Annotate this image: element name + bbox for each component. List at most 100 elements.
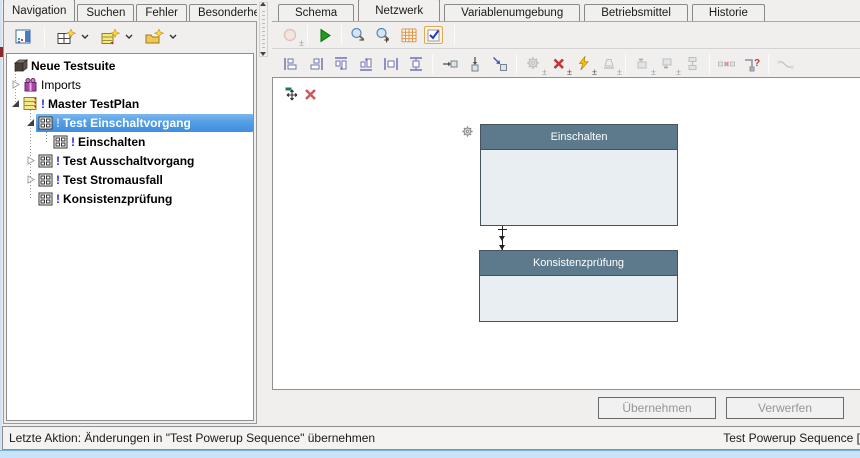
new-folder-icon[interactable] [143,26,165,48]
network-toolbar-main: − + [272,21,860,49]
align-bottom-icon[interactable] [356,55,375,73]
disconnect-icon[interactable] [717,55,736,73]
zoom-in-icon[interactable]: + [374,26,393,44]
window-bottom-edge [0,450,860,458]
new-testcase-icon[interactable] [55,26,77,48]
delete-selection-icon[interactable] [303,87,317,101]
splitter-handle[interactable] [259,2,268,57]
tree-item-label[interactable]: Konsistenzprüfung [63,192,172,206]
testcase-icon [37,153,53,168]
splitter-arrow-down-icon[interactable] [260,52,266,56]
svg-text:−: − [359,35,364,44]
tree-item[interactable]: ! Test Stromausfall [7,170,253,189]
toolbar-separator [432,54,433,74]
align-right-icon[interactable] [306,55,325,73]
new-testplan-icon[interactable] [99,26,121,48]
tab-netzwerk[interactable]: Netzwerk [358,0,440,21]
node-einschalten[interactable]: Einschalten [480,124,678,226]
toolbar-separator [516,54,517,74]
tree-item-label[interactable]: Master TestPlan [48,97,139,111]
tab-variablenumgebung[interactable]: Variablenumgebung [444,4,580,21]
splitter-arrow-up-icon[interactable] [260,2,266,6]
tree-item-label[interactable]: Test Ausschaltvorgang [63,154,194,168]
expand-collapsed-icon[interactable] [10,79,21,90]
testcase-icon [37,191,53,206]
imports-gift-icon [22,77,38,92]
tree-item[interactable]: ! Einschalten [7,132,253,151]
tab-navigation[interactable]: Navigation [3,0,75,21]
connection-query-icon[interactable]: ? [742,55,761,73]
insert-right-icon[interactable] [440,55,459,73]
tree-item-label[interactable]: Neue Testsuite [31,59,115,73]
status-current-testplan: Test Powerup Sequence [m [723,431,860,445]
toolbar-separator [307,25,308,45]
clear-plusminus-icon[interactable] [599,55,618,73]
toolbar-separator [341,25,342,45]
tab-betriebsmittel[interactable]: Betriebsmittel [584,4,688,21]
view-window-icon[interactable] [12,26,34,48]
tree-item[interactable]: ! Test Ausschaltvorgang [7,151,253,170]
svg-text:?: ? [754,58,760,69]
tree-item-label[interactable]: Test Einschaltvorgang [63,116,191,130]
toolbar-separator [709,54,710,74]
port-top-icon[interactable] [633,55,652,73]
tab-schema[interactable]: Schema [278,4,354,21]
exclaim-mark: ! [71,135,75,149]
run-icon[interactable] [315,26,334,44]
snap-check-icon[interactable] [424,26,443,44]
expand-expanded-icon[interactable] [10,98,21,109]
tree-item-label[interactable]: Imports [41,78,81,92]
insert-below-icon[interactable] [465,55,484,73]
lightning-plusminus-icon[interactable] [574,55,593,73]
delete-plusminus-icon[interactable] [549,55,568,73]
expand-expanded-icon[interactable] [25,117,36,128]
status-bar: Letzte Aktion: Änderungen in "Test Power… [2,426,860,450]
connection-line-icon[interactable] [776,55,795,73]
connection-start-bar [498,229,507,230]
remove-plusminus-icon[interactable] [281,26,300,44]
connection-arrowhead [499,236,505,241]
tree-item[interactable]: Imports [7,75,253,94]
port-bottom-icon[interactable] [658,55,677,73]
align-left-icon[interactable] [281,55,300,73]
toolbar-separator [454,25,455,45]
exclaim-mark: ! [56,154,60,168]
move-mode-icon[interactable] [285,87,299,101]
tree-item-label[interactable]: Einschalten [78,135,145,149]
tab-fehler[interactable]: Fehler [136,4,187,21]
tree-item[interactable]: ! Master TestPlan [7,94,253,113]
chevron-down-icon[interactable] [81,34,89,40]
chevron-down-icon[interactable] [169,34,177,40]
tab-besonderheiten[interactable]: Besonderheiten [189,4,257,21]
align-top-icon[interactable] [331,55,350,73]
zoom-out-icon[interactable]: − [349,26,368,44]
tab-historie[interactable]: Historie [692,4,765,21]
center-horizontal-icon[interactable] [381,55,400,73]
expand-collapsed-icon[interactable] [25,174,36,185]
window-left-edge [0,0,2,450]
tree-item[interactable]: Neue Testsuite [7,56,253,75]
insert-diagonal-icon[interactable] [490,55,509,73]
exclaim-mark: ! [56,173,60,187]
network-canvas[interactable]: Einschalten Konsistenzprüfung [272,77,860,390]
exclaim-mark: ! [41,97,45,111]
ports-both-icon[interactable] [683,55,702,73]
grid-icon[interactable] [399,26,418,44]
tab-suchen[interactable]: Suchen [77,4,134,21]
panel-splitter[interactable] [258,0,269,424]
testsuite-tree: Neue Testsuite Imports [6,53,254,421]
gear-icon[interactable] [461,125,474,138]
tree-item-selected[interactable]: ! Test Einschaltvorgang [7,113,253,132]
uebernehmen-button[interactable]: Übernehmen [598,397,716,419]
gear-plusminus-icon[interactable] [524,55,543,73]
testcase-icon [37,115,53,130]
verwerfen-button[interactable]: Verwerfen [726,397,844,419]
tree-item[interactable]: ! Konsistenzprüfung [7,189,253,208]
node-konsistenzpruefung[interactable]: Konsistenzprüfung [479,250,678,322]
tree-item-label[interactable]: Test Stromausfall [63,173,163,187]
expand-collapsed-icon[interactable] [25,155,36,166]
testcase-icon [37,172,53,187]
center-vertical-icon[interactable] [406,55,425,73]
chevron-down-icon[interactable] [125,34,133,40]
testplan-icon [22,96,38,111]
